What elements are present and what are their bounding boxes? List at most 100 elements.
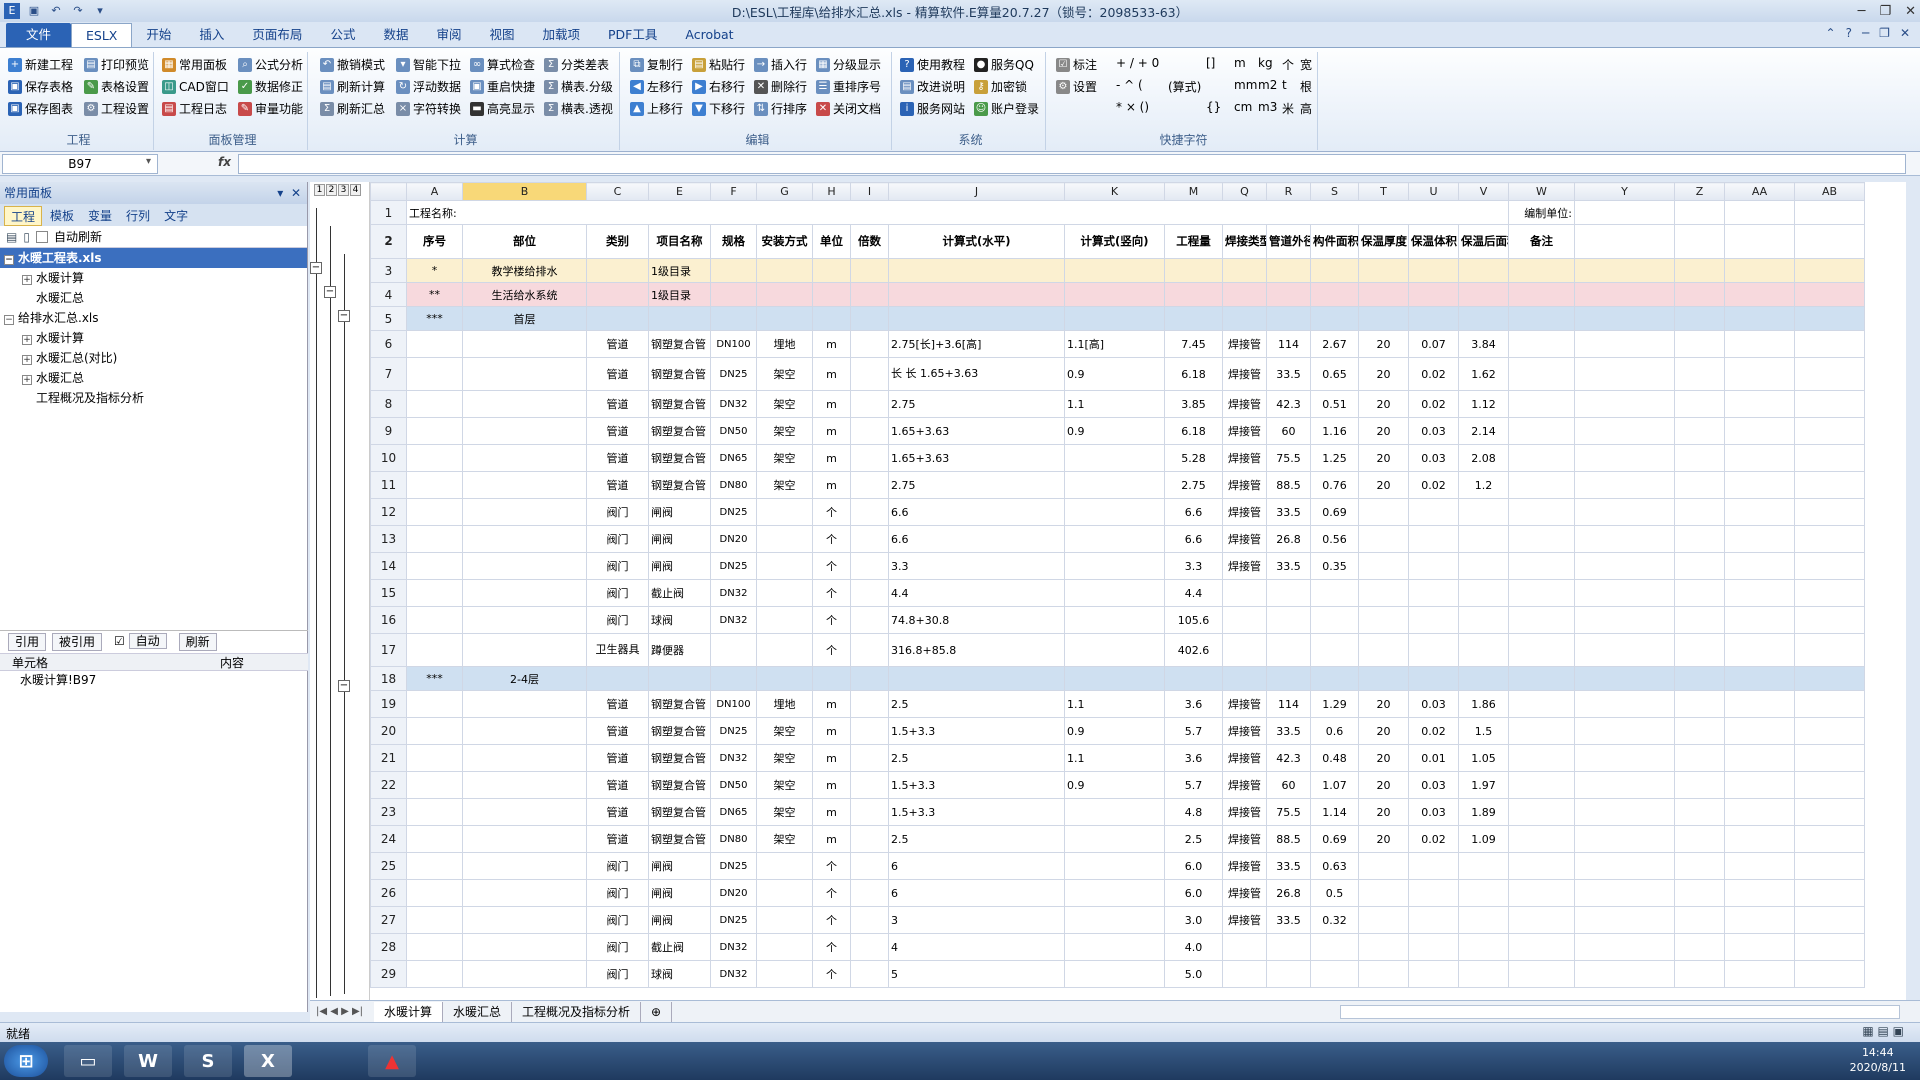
- cell[interactable]: [1222, 258, 1267, 283]
- row-header[interactable]: 14: [370, 552, 407, 580]
- cell[interactable]: 1.62: [1458, 357, 1509, 391]
- column-title[interactable]: 部位: [462, 224, 587, 259]
- cell[interactable]: 1.25: [1310, 444, 1359, 472]
- cell[interactable]: 闸阀: [648, 879, 711, 907]
- expand-icon[interactable]: +: [22, 375, 32, 385]
- cell[interactable]: [406, 606, 463, 634]
- cell[interactable]: [1724, 200, 1795, 225]
- cell[interactable]: 卫生器具: [586, 633, 649, 667]
- account-login-button[interactable]: ☺ 账户登录: [974, 100, 1039, 117]
- cell[interactable]: 20: [1358, 717, 1409, 745]
- cell[interactable]: [1222, 282, 1267, 307]
- compiled-by-label[interactable]: 编制单位:: [1508, 200, 1575, 225]
- cell[interactable]: DN20: [710, 525, 757, 553]
- annotate-button[interactable]: ☑ 标注: [1056, 56, 1097, 73]
- cell[interactable]: 架空: [756, 471, 813, 499]
- explorer-icon[interactable]: ▭: [64, 1045, 112, 1077]
- shortcut-settings-button[interactable]: ⚙ 设置: [1056, 78, 1097, 95]
- tab-insert[interactable]: 插入: [185, 23, 238, 47]
- cell[interactable]: [1222, 933, 1267, 961]
- cell[interactable]: 5.7: [1164, 717, 1223, 745]
- cell[interactable]: [1674, 879, 1725, 907]
- cell[interactable]: [850, 525, 889, 553]
- cell[interactable]: [1408, 282, 1459, 307]
- cell[interactable]: 个: [812, 606, 851, 634]
- tab-addins[interactable]: 加载项: [529, 23, 595, 47]
- cell[interactable]: 60: [1266, 417, 1311, 445]
- dongle-button[interactable]: ⚷ 加密锁: [974, 78, 1027, 95]
- cell[interactable]: [1458, 498, 1509, 526]
- cell[interactable]: DN32: [710, 933, 757, 961]
- cell[interactable]: [1358, 579, 1409, 607]
- cell[interactable]: 管道: [586, 444, 649, 472]
- cell[interactable]: [756, 666, 813, 691]
- cell[interactable]: [888, 306, 1065, 331]
- cell[interactable]: [1164, 258, 1223, 283]
- cell[interactable]: 20: [1358, 444, 1409, 472]
- cell[interactable]: [406, 579, 463, 607]
- cell[interactable]: [1794, 798, 1865, 826]
- cell[interactable]: [406, 417, 463, 445]
- cell[interactable]: [1674, 852, 1725, 880]
- char-plus[interactable]: + / + 0: [1116, 56, 1159, 70]
- cell[interactable]: [1064, 258, 1165, 283]
- column-header[interactable]: K: [1064, 182, 1165, 201]
- cell[interactable]: [710, 633, 757, 667]
- row-header[interactable]: 29: [370, 960, 407, 988]
- restore-icon[interactable]: ❐: [1879, 4, 1891, 19]
- cell[interactable]: 3.84: [1458, 330, 1509, 358]
- cell[interactable]: [1794, 444, 1865, 472]
- tab-page-layout[interactable]: 页面布局: [238, 23, 316, 47]
- project-settings-button[interactable]: ⚙ 工程设置: [84, 100, 149, 117]
- cell[interactable]: [1310, 258, 1359, 283]
- cell[interactable]: 2.5: [888, 825, 1065, 853]
- cell[interactable]: [1574, 258, 1675, 283]
- cell[interactable]: [1794, 879, 1865, 907]
- cell[interactable]: [1794, 717, 1865, 745]
- char-t[interactable]: t: [1282, 78, 1287, 92]
- cell[interactable]: [812, 306, 851, 331]
- cell[interactable]: 管道: [586, 825, 649, 853]
- cell[interactable]: [406, 771, 463, 799]
- cell[interactable]: 0.35: [1310, 552, 1359, 580]
- select-all-corner[interactable]: [370, 182, 407, 201]
- cell[interactable]: [1794, 282, 1865, 307]
- cell[interactable]: [1266, 960, 1311, 988]
- cell[interactable]: [1508, 417, 1575, 445]
- cell[interactable]: [1724, 906, 1795, 934]
- cell[interactable]: 2.75: [888, 471, 1065, 499]
- cell[interactable]: [756, 906, 813, 934]
- cell[interactable]: 阀门: [586, 879, 649, 907]
- refresh-calc-button[interactable]: ▤ 刷新计算: [320, 78, 385, 95]
- cell[interactable]: [1358, 852, 1409, 880]
- table-settings-button[interactable]: ✎ 表格设置: [84, 78, 149, 95]
- row-header[interactable]: 28: [370, 933, 407, 961]
- cell[interactable]: 2.08: [1458, 444, 1509, 472]
- cell[interactable]: [1508, 390, 1575, 418]
- cell[interactable]: [1794, 200, 1865, 225]
- char-multiply[interactable]: * × (): [1116, 100, 1149, 114]
- cell[interactable]: [756, 282, 813, 307]
- cell[interactable]: [850, 390, 889, 418]
- cell[interactable]: 1级目录: [648, 258, 711, 283]
- tab-acrobat[interactable]: Acrobat: [671, 23, 747, 47]
- new-project-button[interactable]: + 新建工程: [8, 56, 73, 73]
- cell[interactable]: [1574, 960, 1675, 988]
- cell[interactable]: [1064, 498, 1165, 526]
- char-width[interactable]: 宽: [1300, 56, 1312, 73]
- minimize-icon[interactable]: ─: [1858, 4, 1866, 19]
- cell[interactable]: 钢塑复合管: [648, 357, 711, 391]
- cell[interactable]: [1574, 906, 1675, 934]
- cell[interactable]: [1724, 330, 1795, 358]
- column-header[interactable]: A: [406, 182, 463, 201]
- cell[interactable]: 1.07: [1310, 771, 1359, 799]
- cell[interactable]: 0.65: [1310, 357, 1359, 391]
- cell[interactable]: 焊接管: [1222, 744, 1267, 772]
- cell[interactable]: 管道: [586, 471, 649, 499]
- row-header[interactable]: 15: [370, 579, 407, 607]
- cad-window-button[interactable]: ◫ CAD窗口: [162, 78, 229, 95]
- cell[interactable]: [756, 852, 813, 880]
- cell[interactable]: m: [812, 417, 851, 445]
- char-mi[interactable]: 米: [1282, 100, 1294, 117]
- cell[interactable]: 6.18: [1164, 417, 1223, 445]
